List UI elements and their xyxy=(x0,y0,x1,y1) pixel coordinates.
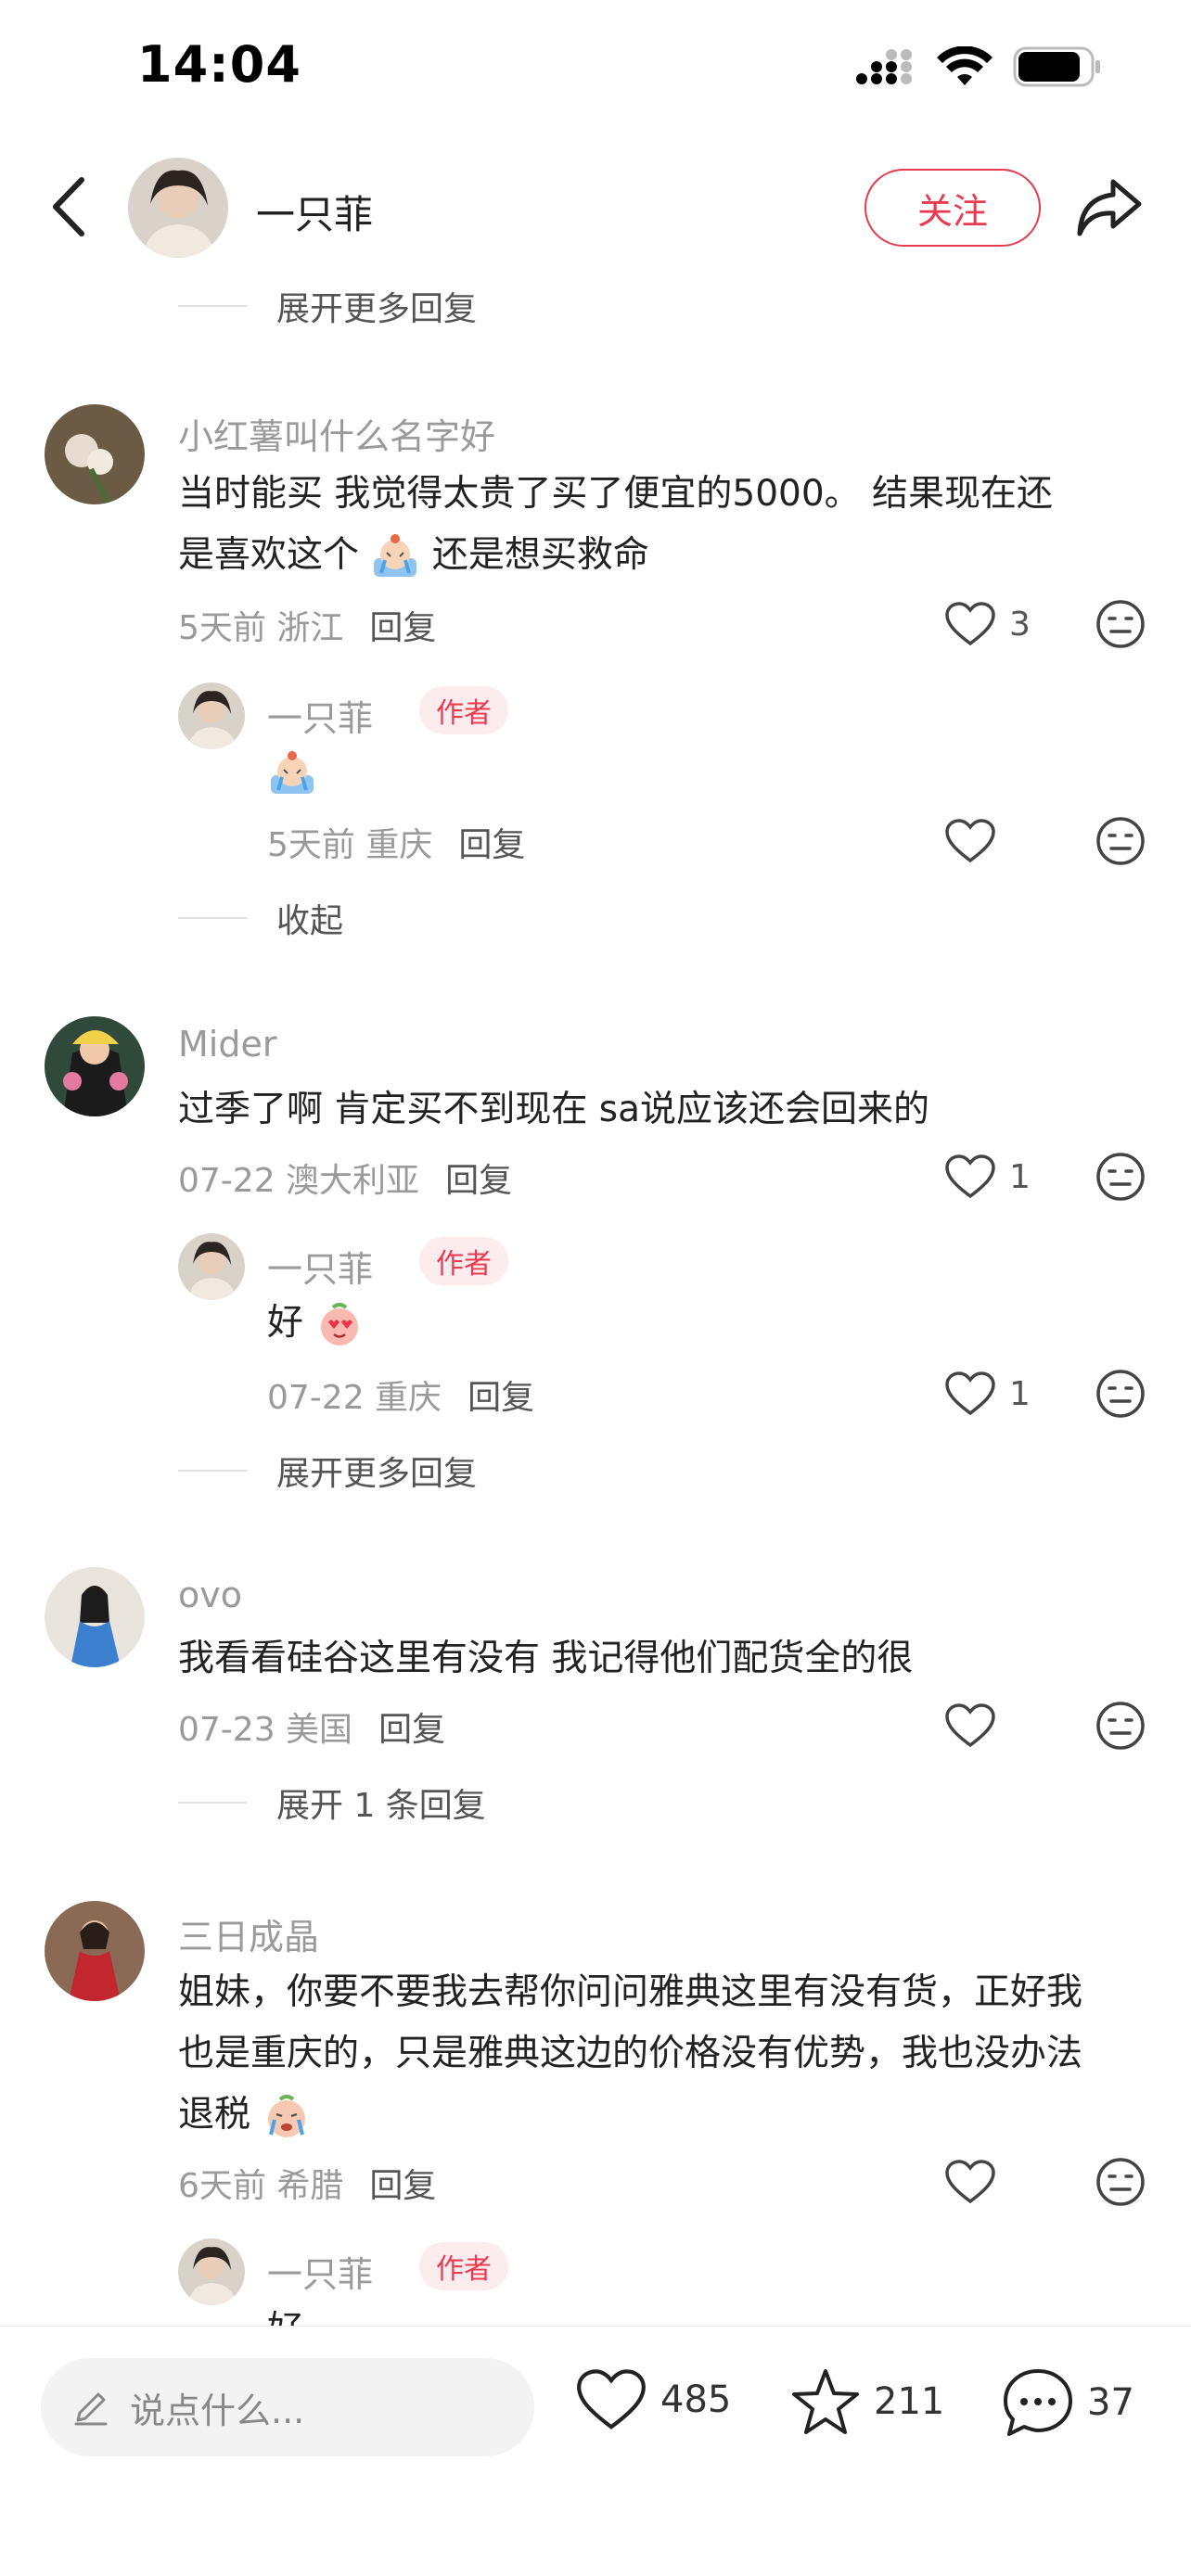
comment-text: 姐妹，你要不要我去帮你问问雅典这里有没有货，正好我 xyxy=(178,1971,1083,2013)
expand-more-replies[interactable]: 展开更多回复 xyxy=(178,1447,477,1495)
avatar[interactable] xyxy=(45,1567,145,1667)
like-total: 485 xyxy=(660,2378,732,2421)
avatar[interactable] xyxy=(45,404,145,504)
avatar[interactable] xyxy=(45,1901,145,2001)
meh-face-icon[interactable] xyxy=(1095,598,1146,650)
comment-input[interactable]: 说点什么... xyxy=(41,2358,534,2456)
avatar[interactable] xyxy=(45,1016,145,1116)
reply-button[interactable]: 回复 xyxy=(458,826,525,864)
author-badge: 作者 xyxy=(419,686,508,734)
comment-username[interactable]: 三日成晶 xyxy=(178,1908,319,1959)
collect-total: 211 xyxy=(874,2380,945,2423)
follow-button[interactable]: 关注 xyxy=(864,169,1041,247)
reply-text: 好 xyxy=(267,1293,365,1354)
like-button[interactable]: 1 xyxy=(944,1371,1031,1417)
meh-face-icon[interactable] xyxy=(1095,1151,1146,1203)
reply-meta: 07-22 重庆 回复 xyxy=(267,1379,535,1417)
comment-button[interactable]: 37 xyxy=(1002,2367,1134,2438)
avatar[interactable] xyxy=(178,1233,245,1300)
reply-username[interactable]: 一只菲 xyxy=(267,1241,373,1292)
comment-meta: 6天前 希腊 回复 xyxy=(178,2167,437,2205)
comment-text: 我看看硅谷这里有没有 我记得他们配货全的很 xyxy=(178,1638,914,1679)
like-button[interactable]: 3 xyxy=(944,601,1031,647)
comment-bubble-icon[interactable] xyxy=(1002,2367,1074,2438)
like-count: 3 xyxy=(1009,605,1031,644)
sobbing-emoji-icon xyxy=(268,2094,306,2137)
comment-text: 退税 xyxy=(178,2085,312,2146)
author-badge: 作者 xyxy=(419,1237,508,1285)
like-button[interactable] xyxy=(944,818,996,864)
heart-icon[interactable] xyxy=(944,2159,996,2205)
note-header: 一只菲 关注 xyxy=(0,148,1191,269)
comment-username[interactable]: 小红薯叫什么名字好 xyxy=(178,408,495,459)
status-time: 14:04 xyxy=(137,35,301,94)
reply-username[interactable]: 一只菲 xyxy=(267,2246,373,2297)
like-button[interactable] xyxy=(944,1702,996,1749)
battery-icon xyxy=(1013,46,1100,87)
comment-meta: 07-22 澳大利亚 回复 xyxy=(178,1162,513,1200)
bottom-action-bar: 说点什么... 485 211 37 xyxy=(0,2326,1191,2576)
reply-meta: 5天前 重庆 回复 xyxy=(267,826,526,864)
comment-username[interactable]: Mider xyxy=(178,1024,276,1065)
heart-icon[interactable] xyxy=(944,1154,996,1200)
comment-text: 过季了啊 肯定买不到现在 sa说应该还会回来的 xyxy=(178,1089,930,1130)
like-button[interactable]: 1 xyxy=(944,1154,1031,1200)
wifi-icon xyxy=(937,46,992,85)
reply-button[interactable]: 回复 xyxy=(445,1162,512,1200)
author-name[interactable]: 一只菲 xyxy=(256,184,373,240)
author-badge: 作者 xyxy=(419,2242,508,2290)
meh-face-icon[interactable] xyxy=(1095,1700,1146,1752)
comment-username[interactable]: ovo xyxy=(178,1575,242,1615)
meh-face-icon[interactable] xyxy=(1095,1368,1146,1420)
like-count: 1 xyxy=(1009,1374,1031,1413)
status-bar: 14:04 xyxy=(0,0,1191,139)
heart-icon[interactable] xyxy=(944,1371,996,1417)
meh-face-icon[interactable] xyxy=(1095,815,1146,867)
signal-icon xyxy=(856,49,912,84)
comment-meta: 5天前 浙江 回复 xyxy=(178,609,437,647)
reply-button[interactable]: 回复 xyxy=(467,1379,534,1417)
comment-meta: 07-23 美国 回复 xyxy=(178,1711,446,1749)
like-note-button[interactable]: 485 xyxy=(575,2367,731,2432)
back-arrow-icon[interactable] xyxy=(45,174,93,239)
crying-emoji-icon xyxy=(271,751,314,794)
expand-more-replies[interactable]: 展开更多回复 xyxy=(178,282,477,330)
heart-icon[interactable] xyxy=(944,1702,996,1749)
meh-face-icon[interactable] xyxy=(1095,2156,1146,2208)
avatar[interactable] xyxy=(178,682,245,749)
comment-text: 当时能买 我觉得太贵了买了便宜的5000。 结果现在还 xyxy=(178,473,1054,515)
heart-icon[interactable] xyxy=(944,818,996,864)
star-icon[interactable] xyxy=(790,2367,861,2436)
comment-total: 37 xyxy=(1087,2381,1134,2424)
reply-button[interactable]: 回复 xyxy=(369,609,436,647)
comment-text: 也是重庆的，只是雅典这边的价格没有优势，我也没办法 xyxy=(178,2033,1083,2074)
share-icon[interactable] xyxy=(1076,176,1143,237)
heart-icon[interactable] xyxy=(944,601,996,647)
reply-button[interactable]: 回复 xyxy=(369,2167,436,2205)
expand-replies[interactable]: 展开 1 条回复 xyxy=(178,1779,486,1827)
crying-emoji-icon xyxy=(374,533,417,577)
collapse-replies[interactable]: 收起 xyxy=(178,894,343,942)
reply-username[interactable]: 一只菲 xyxy=(267,690,373,741)
pencil-icon xyxy=(74,2392,108,2426)
collect-button[interactable]: 211 xyxy=(790,2367,944,2436)
author-avatar[interactable] xyxy=(128,158,228,258)
reply-button[interactable]: 回复 xyxy=(378,1711,445,1749)
avatar[interactable] xyxy=(178,2238,245,2305)
like-count: 1 xyxy=(1009,1157,1031,1196)
comment-text: 是喜欢这个 还是想买救命 xyxy=(178,525,649,586)
heart-icon[interactable] xyxy=(575,2367,647,2432)
like-button[interactable] xyxy=(944,2159,996,2205)
heart-eyes-emoji-icon xyxy=(321,1302,359,1345)
comment-input-placeholder[interactable]: 说点什么... xyxy=(130,2382,304,2433)
